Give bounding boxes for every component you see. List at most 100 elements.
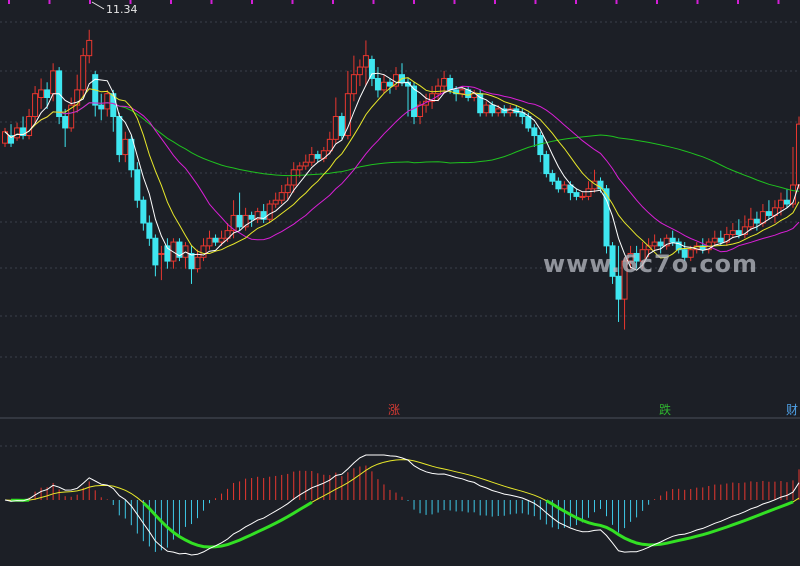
candle-body: [747, 218, 754, 228]
candle-body: [729, 230, 736, 235]
top-tick: [494, 0, 496, 4]
marker-fall: 跌: [659, 402, 671, 417]
candle-body: [104, 93, 111, 110]
candle-body: [212, 237, 219, 243]
marker-finance: 财: [786, 403, 798, 417]
top-tick: [170, 0, 172, 4]
candle-body: [200, 245, 207, 258]
candle-body: [62, 116, 69, 129]
candle-body: [140, 199, 147, 224]
top-tick: [737, 0, 739, 4]
candle-body: [236, 214, 243, 228]
candle-body: [374, 77, 381, 91]
macd-panel: [4, 454, 800, 556]
candle-body: [537, 135, 544, 156]
high-pointer: [91, 1, 105, 10]
ma10-line: [4, 77, 800, 259]
candle-body: [308, 154, 315, 163]
candlestick-series: [2, 29, 800, 330]
macd-dea-highlight: [142, 501, 313, 549]
candle-body: [32, 93, 39, 118]
top-tick: [413, 0, 415, 4]
candle-body: [765, 211, 772, 216]
candle-body: [525, 116, 532, 129]
candle-body: [657, 241, 664, 247]
candle-body: [38, 89, 45, 98]
candle-body: [447, 77, 454, 91]
candle-body: [326, 138, 333, 152]
candle-body: [80, 55, 87, 91]
candle-body: [615, 275, 622, 300]
candle-body: [368, 58, 375, 79]
candle-body: [218, 237, 225, 243]
candle-body: [158, 252, 165, 255]
candle-body: [483, 104, 490, 114]
top-tick: [575, 0, 577, 4]
candle-body: [350, 74, 357, 95]
candle-body: [14, 127, 21, 139]
candle-body: [555, 180, 562, 190]
candle-body: [711, 237, 718, 243]
candle-body: [669, 237, 676, 243]
candle-body: [579, 195, 586, 198]
candle-body: [356, 66, 363, 76]
candle-body: [777, 199, 784, 209]
candle-body: [206, 237, 213, 247]
candle-body: [314, 154, 321, 159]
candle-body: [735, 230, 742, 235]
candle-body: [188, 252, 195, 270]
candle-body: [783, 199, 790, 205]
candle-body: [302, 161, 309, 167]
candle-body: [459, 89, 466, 95]
candle-body: [50, 70, 57, 95]
candle-body: [26, 116, 33, 137]
top-tick: [615, 0, 618, 4]
candle-body: [278, 192, 285, 201]
candle-body: [495, 108, 502, 114]
candle-body: [272, 199, 279, 205]
candle-body: [152, 237, 159, 266]
ma5-line: [4, 72, 800, 271]
high-price-label: 11.34: [106, 3, 138, 16]
candle-body: [489, 104, 496, 114]
candle-body: [86, 39, 93, 57]
candle-body: [441, 77, 448, 87]
stock-chart: 11.34 涨 跌 财 www.6c7o.com: [0, 0, 800, 556]
macd-dea-line: [4, 459, 800, 548]
candle-body: [380, 81, 387, 91]
top-tick: [372, 0, 375, 4]
candle-body: [134, 169, 141, 201]
top-tick: [251, 0, 253, 4]
top-tick: [210, 0, 213, 4]
candle-body: [44, 89, 51, 98]
candle-body: [296, 165, 303, 171]
candle-body: [717, 237, 724, 243]
candle-body: [531, 127, 538, 137]
candle-body: [386, 81, 393, 87]
candle-body: [795, 123, 800, 186]
marker-rise: 涨: [388, 402, 400, 417]
candle-body: [543, 154, 550, 175]
top-tick: [89, 0, 91, 4]
watermark: www.6c7o.com: [543, 250, 758, 278]
candle-body: [146, 222, 153, 239]
candle-body: [435, 85, 442, 95]
top-tick: [656, 0, 658, 4]
top-tick: [696, 0, 699, 4]
candle-body: [549, 173, 556, 182]
top-tick: [48, 0, 51, 4]
candle-body: [266, 203, 273, 220]
top-tick: [8, 0, 10, 4]
candle-body: [116, 116, 123, 156]
top-tick: [453, 0, 456, 4]
moving-average-lines: [4, 72, 800, 271]
candle-body: [753, 218, 760, 224]
candle-body: [362, 55, 369, 68]
candle-body: [98, 104, 105, 110]
top-tick: [291, 0, 294, 4]
candle-body: [651, 241, 658, 247]
candle-body: [573, 192, 580, 197]
candle-body: [585, 188, 592, 197]
top-tick: [332, 0, 334, 4]
candle-body: [344, 93, 351, 137]
